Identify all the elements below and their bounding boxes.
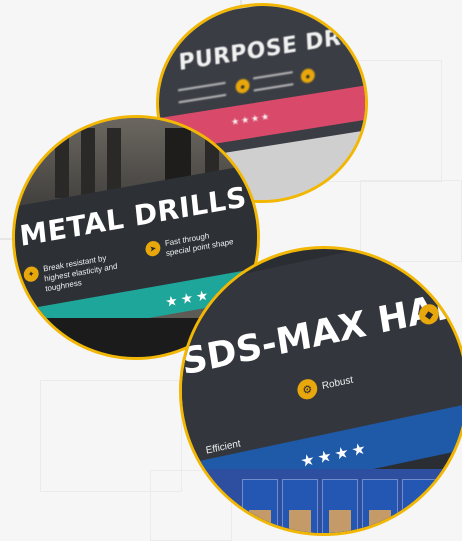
sign-feature: ✦ Break resistant by highest elasticity … — [23, 249, 134, 298]
feature-text: Fast through special point shape — [164, 231, 234, 258]
feature-badge-icon: ● — [300, 67, 316, 84]
sign-feature: ➤ Fast through special point shape — [144, 227, 236, 263]
feature-text — [253, 71, 294, 92]
product-box — [242, 479, 278, 533]
sign-photo-sds-max: SDS-MAX HAMMER DR ⚙ Robust Efficient ◆ M… — [179, 246, 462, 536]
feature-text — [178, 81, 227, 104]
feature-badge-icon: ● — [235, 78, 250, 95]
sign-feature — [178, 81, 227, 104]
shelf-rack — [81, 128, 95, 198]
sign-feature: ⚙ Robust — [295, 370, 355, 402]
sign-feature: ● — [300, 67, 316, 84]
drill-point-icon: ➤ — [144, 239, 162, 258]
feature-text: Break resistant by highest elasticity an… — [42, 253, 118, 294]
feature-text: Maxim — [442, 299, 462, 317]
product-box — [402, 479, 438, 533]
product-box — [322, 479, 358, 533]
feature-badge-icon: ◆ — [417, 302, 441, 327]
sign-feature: ● — [235, 71, 294, 95]
feature-text: Robust — [321, 374, 354, 392]
shelf-rack — [55, 128, 69, 198]
product-box — [362, 479, 398, 533]
feature-badge-icon: ⚙ — [295, 377, 319, 402]
sign-title: PURPOSE DRILL BIT — [178, 11, 368, 76]
product-box — [282, 479, 318, 533]
feature-badge-icon: ✦ — [23, 265, 40, 283]
